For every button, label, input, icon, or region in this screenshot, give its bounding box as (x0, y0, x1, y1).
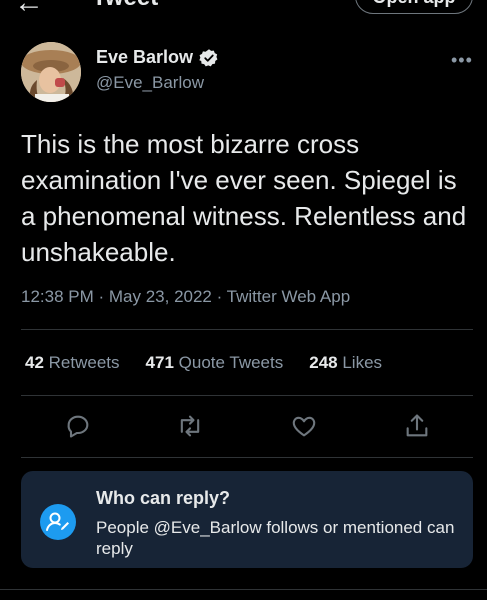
who-can-reply-description: People @Eve_Barlow follows or mentioned … (96, 518, 455, 558)
share-icon[interactable] (403, 412, 431, 440)
retweets-label: Retweets (48, 353, 120, 372)
verified-badge-icon (199, 48, 218, 66)
tweet-timestamp[interactable]: 12:38 PM · May 23, 2022 · Twitter Web Ap… (21, 287, 350, 307)
divider (21, 457, 473, 458)
open-app-button[interactable]: Open app (355, 0, 473, 14)
author-handle[interactable]: @Eve_Barlow (96, 73, 204, 93)
quote-tweets-count: 471 (145, 353, 174, 372)
page-title: Tweet (92, 0, 158, 12)
likes-stat[interactable]: 248 Likes (309, 353, 382, 373)
mention-badge-icon (40, 504, 76, 540)
more-options-icon[interactable]: ••• (451, 50, 473, 71)
likes-label: Likes (342, 353, 383, 372)
divider (21, 395, 473, 396)
who-can-reply-card: Who can reply? People @Eve_Barlow follow… (21, 471, 473, 568)
quote-tweets-stat[interactable]: 471 Quote Tweets (146, 353, 284, 373)
divider (21, 329, 473, 330)
author-name-row[interactable]: Eve Barlow (96, 47, 219, 68)
avatar[interactable] (21, 42, 81, 102)
quote-tweets-label: Quote Tweets (178, 353, 284, 372)
who-can-reply-heading: Who can reply? (96, 488, 231, 508)
top-bar: ← Tweet Open app (0, 0, 487, 20)
reply-icon[interactable] (64, 412, 92, 440)
retweets-count: 42 (25, 353, 44, 372)
retweets-stat[interactable]: 42 Retweets (25, 353, 120, 373)
back-arrow-icon[interactable]: ← (14, 0, 44, 20)
engagement-stats: 42 Retweets 471 Quote Tweets 248 Likes (25, 353, 382, 373)
like-icon[interactable] (290, 412, 318, 440)
avatar-image (21, 42, 81, 102)
action-bar (0, 412, 487, 444)
divider (0, 589, 487, 590)
retweet-icon[interactable] (176, 412, 204, 440)
likes-count: 248 (309, 353, 338, 372)
author-name[interactable]: Eve Barlow (96, 47, 193, 68)
tweet-text: This is the most bizarre cross examinati… (21, 129, 467, 267)
